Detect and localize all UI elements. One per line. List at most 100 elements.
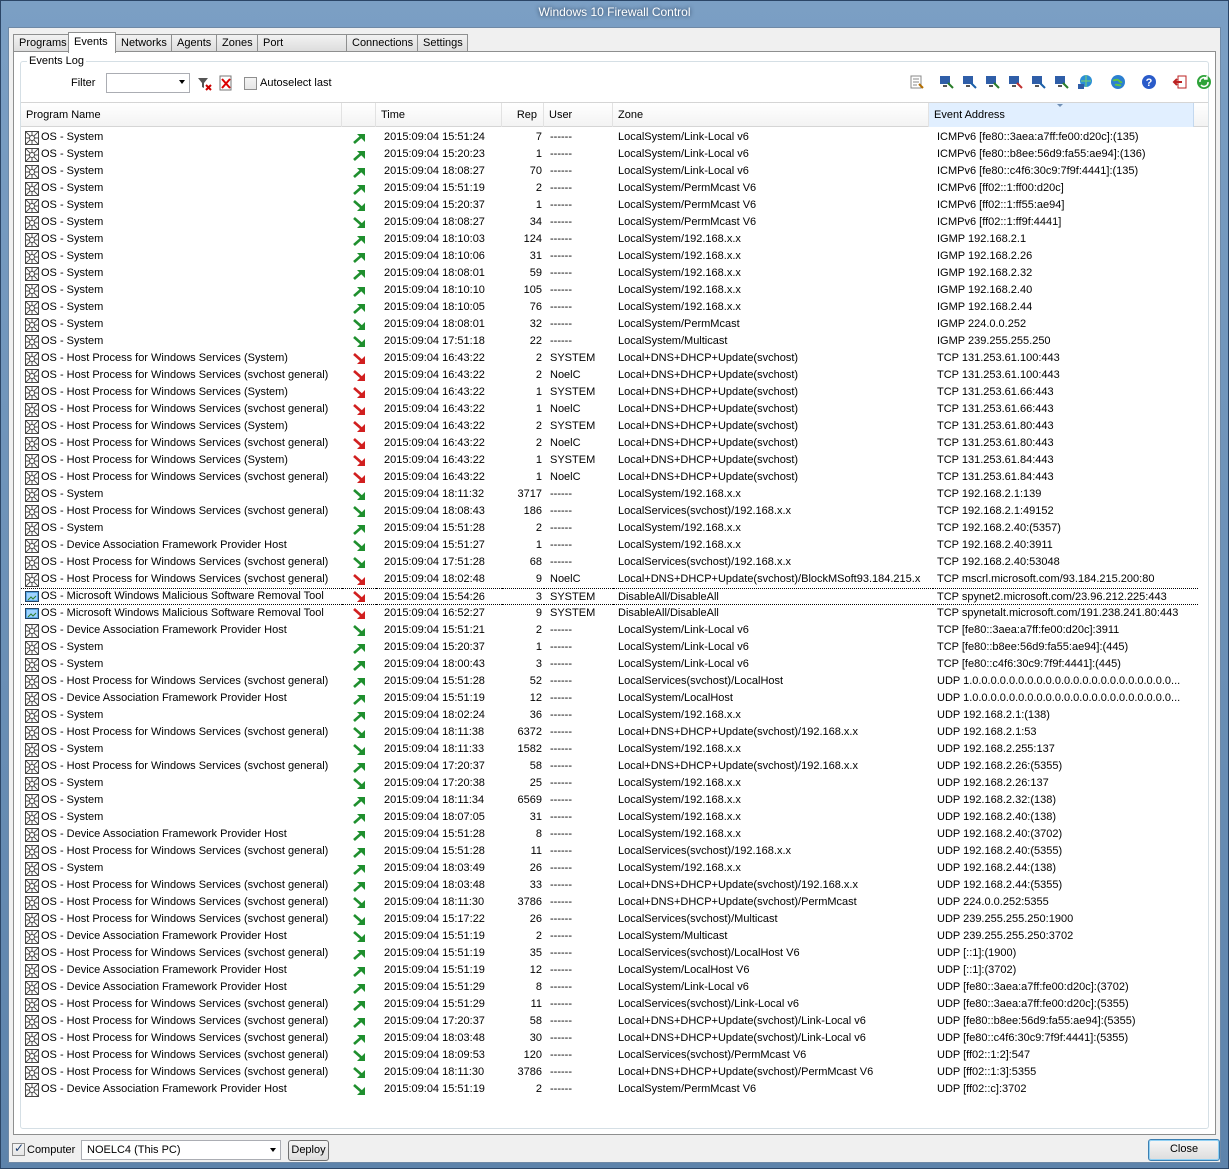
tab-networks[interactable]: Networks bbox=[115, 34, 172, 52]
table-row[interactable]: OS - Microsoft Windows Malicious Softwar… bbox=[21, 588, 1208, 605]
table-row[interactable]: OS - Host Process for Windows Services (… bbox=[21, 1064, 1208, 1081]
table-row[interactable]: OS - System 2015:09:04 18:10:03 124 ------ L… bbox=[21, 231, 1208, 248]
col-rep[interactable]: Rep bbox=[502, 103, 544, 127]
table-row[interactable]: OS - Host Process for Windows Services (… bbox=[21, 418, 1208, 435]
filter-apply-icon[interactable] bbox=[196, 75, 212, 91]
table-row[interactable]: OS - Device Association Framework Provid… bbox=[21, 690, 1208, 707]
col-zone[interactable]: Zone bbox=[613, 103, 929, 127]
table-row[interactable]: OS - System 2015:09:04 18:00:43 3 ------ Loc… bbox=[21, 656, 1208, 673]
table-row[interactable]: OS - System 2015:09:04 15:20:37 1 ------ Loc… bbox=[21, 639, 1208, 656]
table-row[interactable]: OS - System 2015:09:04 18:11:34 6569 ------… bbox=[21, 792, 1208, 809]
table-row[interactable]: OS - Host Process for Windows Services (… bbox=[21, 758, 1208, 775]
table-row[interactable]: OS - Device Association Framework Provid… bbox=[21, 928, 1208, 945]
system-process-icon bbox=[25, 351, 41, 366]
network-icon-4[interactable] bbox=[1008, 74, 1024, 90]
tab-events[interactable]: Events bbox=[68, 32, 116, 53]
table-row[interactable]: OS - System 2015:09:04 18:08:27 70 ------ Lo… bbox=[21, 163, 1208, 180]
exit-icon[interactable] bbox=[1172, 74, 1188, 90]
globe-icon[interactable] bbox=[1110, 74, 1126, 90]
table-row[interactable]: OS - Host Process for Windows Services (… bbox=[21, 843, 1208, 860]
deploy-button[interactable]: Deploy bbox=[288, 1140, 329, 1161]
table-row[interactable]: OS - Host Process for Windows Services (… bbox=[21, 350, 1208, 367]
tab-connections[interactable]: Connections bbox=[346, 34, 418, 52]
table-row[interactable]: OS - Host Process for Windows Services (… bbox=[21, 996, 1208, 1013]
table-row[interactable]: OS - Host Process for Windows Services (… bbox=[21, 1030, 1208, 1047]
computer-select[interactable]: NOELC4 (This PC) bbox=[81, 1140, 281, 1160]
col-direction[interactable] bbox=[342, 103, 376, 127]
table-row[interactable]: OS - System 2015:09:04 15:20:37 1 ------ Loc… bbox=[21, 197, 1208, 214]
table-row[interactable]: OS - Host Process for Windows Services (… bbox=[21, 554, 1208, 571]
table-row[interactable]: OS - System 2015:09:04 17:51:18 22 ------ Lo… bbox=[21, 333, 1208, 350]
zone-cell: LocalSystem/Multicast bbox=[618, 335, 728, 347]
chevron-down-icon[interactable] bbox=[179, 80, 185, 84]
computer-checkbox[interactable] bbox=[12, 1141, 25, 1156]
table-row[interactable]: OS - Host Process for Windows Services (… bbox=[21, 367, 1208, 384]
table-row[interactable]: OS - Host Process for Windows Services (… bbox=[21, 945, 1208, 962]
table-row[interactable]: OS - Device Association Framework Provid… bbox=[21, 979, 1208, 996]
tab-zones[interactable]: Zones bbox=[216, 34, 258, 52]
table-row[interactable]: OS - Host Process for Windows Services (… bbox=[21, 724, 1208, 741]
col-user[interactable]: User bbox=[544, 103, 613, 127]
export-log-icon[interactable] bbox=[909, 74, 925, 90]
table-row[interactable]: OS - System 2015:09:04 18:11:33 1582 ------… bbox=[21, 741, 1208, 758]
close-button[interactable]: Close bbox=[1148, 1139, 1220, 1161]
network-icon-6[interactable] bbox=[1054, 74, 1070, 90]
table-row[interactable]: OS - Device Association Framework Provid… bbox=[21, 826, 1208, 843]
col-time[interactable]: Time bbox=[376, 103, 502, 127]
tab-port-forwarding[interactable]: Port Forwarding bbox=[257, 34, 347, 65]
table-row[interactable]: OS - Host Process for Windows Services (… bbox=[21, 1047, 1208, 1064]
table-row[interactable]: OS - Host Process for Windows Services (… bbox=[21, 894, 1208, 911]
network-globe-icon[interactable] bbox=[1077, 74, 1093, 90]
table-row[interactable]: OS - System 2015:09:04 18:10:05 76 ------ Lo… bbox=[21, 299, 1208, 316]
help-icon[interactable]: ? bbox=[1141, 74, 1157, 90]
tab-programs[interactable]: Programs bbox=[13, 34, 69, 52]
network-icon-5[interactable] bbox=[1031, 74, 1047, 90]
col-program-name[interactable]: Program Name bbox=[21, 103, 342, 127]
table-row[interactable]: OS - Host Process for Windows Services (… bbox=[21, 384, 1208, 401]
table-row[interactable]: OS - Host Process for Windows Services (… bbox=[21, 877, 1208, 894]
events-grid[interactable]: Program Name Time Rep User Zone Event Ad… bbox=[21, 102, 1208, 1128]
tab-agents[interactable]: Agents bbox=[171, 34, 217, 52]
refresh-icon[interactable] bbox=[1196, 74, 1212, 90]
table-row[interactable]: OS - Host Process for Windows Services (… bbox=[21, 571, 1208, 588]
table-row[interactable]: OS - Device Association Framework Provid… bbox=[21, 537, 1208, 554]
table-row[interactable]: OS - System 2015:09:04 17:20:38 25 ------ Lo… bbox=[21, 775, 1208, 792]
table-row[interactable]: OS - Host Process for Windows Services (… bbox=[21, 503, 1208, 520]
table-row[interactable]: OS - Device Association Framework Provid… bbox=[21, 1081, 1208, 1098]
table-row[interactable]: OS - Host Process for Windows Services (… bbox=[21, 452, 1208, 469]
table-row[interactable]: OS - Host Process for Windows Services (… bbox=[21, 1013, 1208, 1030]
table-row[interactable]: OS - Device Association Framework Provid… bbox=[21, 622, 1208, 639]
table-row[interactable]: OS - System 2015:09:04 18:10:10 105 ------ L… bbox=[21, 282, 1208, 299]
filter-combo[interactable] bbox=[106, 73, 190, 93]
network-icon-2[interactable] bbox=[962, 74, 978, 90]
table-row[interactable]: OS - Host Process for Windows Services (… bbox=[21, 469, 1208, 486]
program-cell: OS - System bbox=[21, 248, 342, 265]
table-row[interactable]: OS - Host Process for Windows Services (… bbox=[21, 673, 1208, 690]
table-row[interactable]: OS - System 2015:09:04 15:51:19 2 ------ Loc… bbox=[21, 180, 1208, 197]
network-icon-3[interactable] bbox=[985, 74, 1001, 90]
table-row[interactable]: OS - Host Process for Windows Services (… bbox=[21, 401, 1208, 418]
table-row[interactable]: OS - Host Process for Windows Services (… bbox=[21, 911, 1208, 928]
table-row[interactable]: OS - Microsoft Windows Malicious Softwar… bbox=[21, 605, 1208, 622]
table-row[interactable]: OS - Device Association Framework Provid… bbox=[21, 962, 1208, 979]
table-row[interactable]: OS - System 2015:09:04 15:20:23 1 ------ Loc… bbox=[21, 146, 1208, 163]
filter-clear-icon[interactable] bbox=[218, 75, 234, 91]
table-row[interactable]: OS - System 2015:09:04 18:07:05 31 ------ Lo… bbox=[21, 809, 1208, 826]
tab-settings[interactable]: Settings bbox=[417, 34, 468, 52]
col-event-address[interactable]: Event Address bbox=[929, 103, 1194, 127]
address-cell: UDP 192.168.2.44:(138) bbox=[937, 862, 1057, 874]
table-row[interactable]: OS - System 2015:09:04 18:10:06 31 ------ Lo… bbox=[21, 248, 1208, 265]
table-row[interactable]: OS - Host Process for Windows Services (… bbox=[21, 435, 1208, 452]
table-row[interactable]: OS - System 2015:09:04 15:51:28 2 ------ Loc… bbox=[21, 520, 1208, 537]
autoselect-checkbox[interactable] bbox=[244, 77, 257, 90]
table-row[interactable]: OS - System 2015:09:04 18:08:01 32 ------ Lo… bbox=[21, 316, 1208, 333]
rep-cell: 25 bbox=[529, 777, 542, 789]
table-row[interactable]: OS - System 2015:09:04 18:02:24 36 ------ Lo… bbox=[21, 707, 1208, 724]
table-row[interactable]: OS - System 2015:09:04 18:03:49 26 ------ Lo… bbox=[21, 860, 1208, 877]
table-row[interactable]: OS - System 2015:09:04 18:08:27 34 ------ Lo… bbox=[21, 214, 1208, 231]
table-row[interactable]: OS - System 2015:09:04 15:51:24 7 ------ Loc… bbox=[21, 129, 1208, 146]
network-icon-1[interactable] bbox=[939, 74, 955, 90]
table-row[interactable]: OS - System 2015:09:04 18:11:32 3717 ------… bbox=[21, 486, 1208, 503]
chevron-down-icon[interactable] bbox=[270, 1148, 276, 1152]
table-row[interactable]: OS - System 2015:09:04 18:08:01 59 ------ Lo… bbox=[21, 265, 1208, 282]
